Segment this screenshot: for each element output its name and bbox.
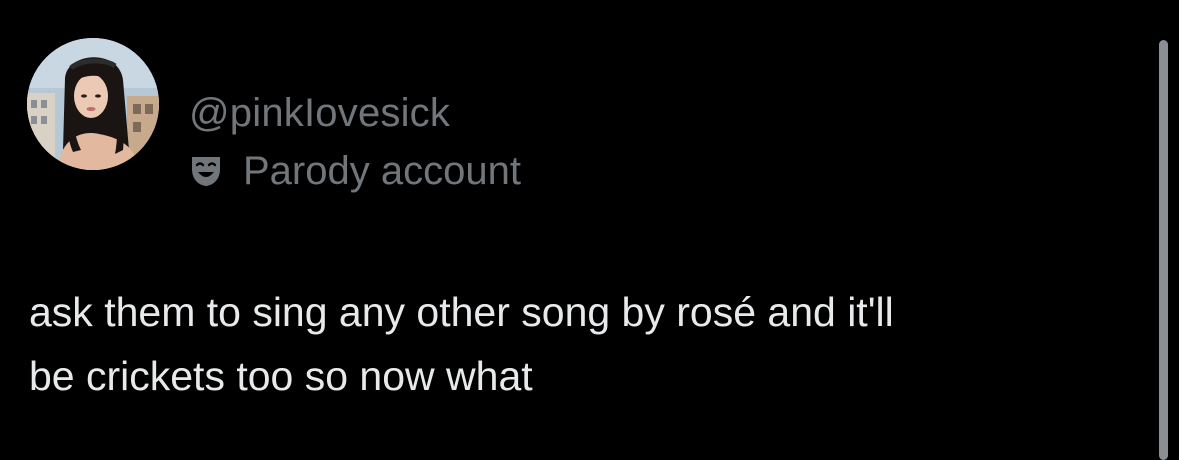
- tweet-text: ask them to sing any other song by rosé …: [29, 289, 894, 399]
- avatar-photo: [27, 38, 159, 170]
- tweet-card: @pinkIovesick Parody account ask them to…: [0, 0, 1179, 460]
- scrollbar[interactable]: [1159, 40, 1168, 460]
- author-handle[interactable]: @pinkIovesick: [189, 90, 450, 136]
- parody-badge: Parody account: [189, 148, 521, 194]
- profile-avatar[interactable]: [27, 38, 159, 170]
- parody-badge-label: Parody account: [243, 149, 521, 193]
- parody-mask-icon: [192, 157, 220, 186]
